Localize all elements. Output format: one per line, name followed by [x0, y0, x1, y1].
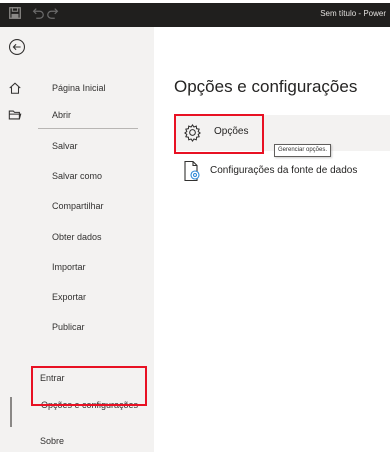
sidebar-item-label: Salvar como	[52, 171, 103, 181]
sidebar-item-label: Salvar	[52, 141, 78, 151]
page-title: Opções e configurações	[174, 77, 358, 96]
window-title: Sem título - Power	[320, 9, 386, 18]
data-source-settings-label: Configurações da fonte de dados	[210, 165, 358, 176]
sidebar-item-about[interactable]: Sobre	[0, 432, 154, 452]
highlight-box-options	[174, 114, 264, 154]
sidebar-item-label: Compartilhar	[52, 201, 104, 211]
sidebar-item-save[interactable]: Salvar	[0, 137, 154, 159]
sidebar-item-label: Obter dados	[52, 232, 102, 242]
sidebar-item-label: Importar	[52, 262, 86, 272]
sidebar-item-import[interactable]: Importar	[0, 258, 154, 280]
data-source-settings-button[interactable]: Configurações da fonte de dados	[174, 160, 390, 182]
sidebar-item-get-data[interactable]: Obter dados	[0, 228, 154, 250]
options-tooltip: Gerenciar opções.	[274, 144, 332, 157]
sidebar-item-publish[interactable]: Publicar	[0, 318, 154, 340]
undo-icon[interactable]	[31, 6, 45, 20]
sidebar-item-label: Exportar	[52, 292, 87, 302]
main-panel: Opções e configurações Opções Configuraç…	[154, 27, 390, 452]
sidebar-item-label: Publicar	[52, 322, 85, 332]
data-source-settings-icon	[184, 160, 200, 182]
sidebar-item-open[interactable]: Abrir	[0, 106, 154, 128]
folder-icon	[8, 110, 22, 120]
save-icon[interactable]	[8, 6, 22, 20]
sidebar-item-save-as[interactable]: Salvar como	[0, 167, 154, 189]
sidebar-item-label: Abrir	[52, 110, 72, 120]
sidebar-item-label: Sobre	[40, 436, 65, 446]
sidebar-item-share[interactable]: Compartilhar	[0, 197, 154, 219]
back-arrow-icon[interactable]	[8, 38, 26, 56]
highlight-box-sidebar-options	[31, 366, 147, 406]
sidebar-item-export[interactable]: Exportar	[0, 288, 154, 310]
redo-icon[interactable]	[46, 6, 60, 20]
sidebar-divider	[38, 128, 138, 129]
home-icon	[9, 82, 21, 94]
sidebar-item-label: Página Inicial	[52, 83, 106, 93]
sidebar-item-home[interactable]: Página Inicial	[0, 79, 154, 101]
active-indicator	[10, 397, 12, 427]
title-bar: Sem título - Power	[0, 0, 390, 27]
